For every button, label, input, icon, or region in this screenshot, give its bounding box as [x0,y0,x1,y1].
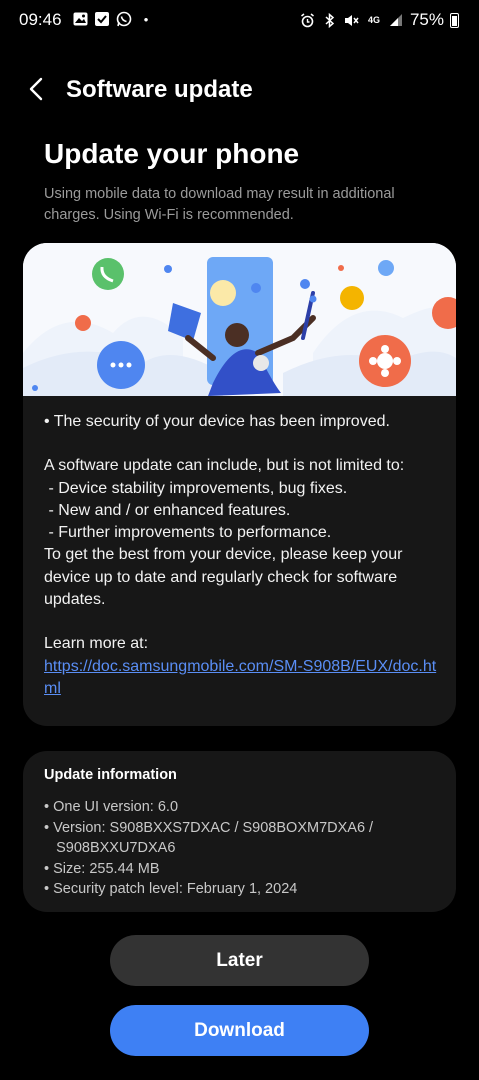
page-title: Update your phone [44,138,300,169]
update-information-card: Update information • One UI version: 6.0… [23,751,456,912]
learn-more-label: Learn more at: [44,635,149,653]
download-button[interactable]: Download [110,1005,369,1056]
info-line: S908BXXU7DXA6 [44,840,176,856]
chevron-left-icon[interactable] [22,74,52,104]
release-notes: • The security of your device has been i… [44,411,439,700]
header-title: Software update [66,76,253,103]
system-icons: 4G 75% [300,10,459,30]
app-header: Software update [0,62,479,118]
info-line: • Version: S908BXXS7DXAC / S908BOXM7DXA6… [44,819,374,836]
info-line: • Security patch level: February 1, 2024 [44,881,298,897]
update-intro: A software update can include, but is no… [44,457,405,475]
security-note: • The security of your device has been i… [44,413,390,430]
update-illustration [23,243,456,396]
bluetooth-icon [322,12,338,28]
update-information-title: Update information [44,767,177,783]
status-bar: 09:46 • 4G 75% [0,0,479,42]
info-line: • Size: 255.44 MB [44,860,160,877]
alarm-icon [300,12,316,28]
4g-icon: 4G [367,15,380,25]
update-information-list: • One UI version: 6.0 • Version: S908BXX… [44,797,439,900]
battery-percent: 75% [409,10,444,29]
update-advice: To get the best from your device, please… [44,546,403,609]
learn-more-link[interactable]: https://doc.samsungmobile.com/SM-S908B/E… [44,658,436,697]
gallery-icon [72,11,88,27]
signal-icon [388,12,404,28]
battery-icon [450,12,459,28]
list-item: - Further improvements to performance. [44,524,332,542]
info-line: • One UI version: 6.0 [44,799,179,815]
notification-icons: • [72,11,154,27]
checklist-icon [94,11,110,27]
mute-icon [344,12,360,28]
release-notes-card[interactable]: • The security of your device has been i… [23,243,456,726]
list-item: - New and / or enhanced features. [44,501,291,519]
data-usage-notice: Using mobile data to download may result… [44,186,395,223]
later-button[interactable]: Later [110,935,369,986]
list-item: - Device stability improvements, bug fix… [44,479,348,497]
whatsapp-icon [116,11,132,27]
notification-dot: • [143,11,149,27]
status-time: 09:46 [19,10,62,29]
